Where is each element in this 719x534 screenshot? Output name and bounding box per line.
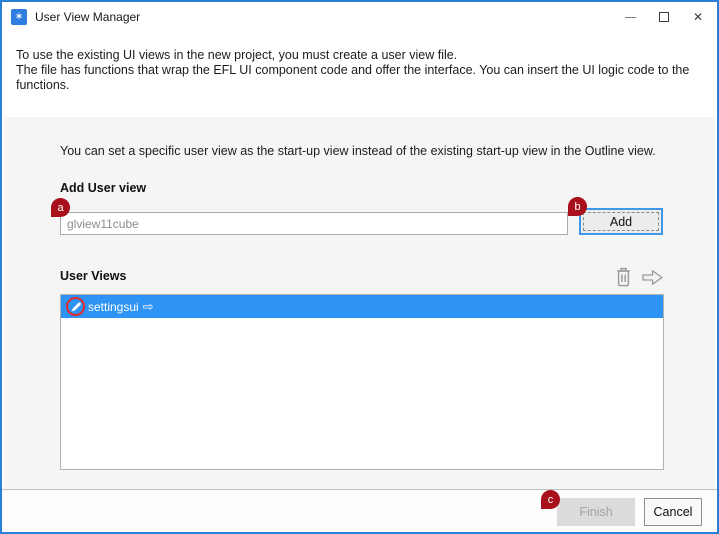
dialog-description: To use the existing UI views in the new …: [16, 48, 707, 93]
link-arrow-glyph: ⇨: [143, 299, 154, 315]
description-line-1: To use the existing UI views in the new …: [16, 48, 707, 63]
close-button[interactable]: ✕: [681, 2, 715, 32]
view-item-icon-wrap: [66, 297, 86, 317]
annotation-badge-c: c: [541, 490, 560, 509]
set-startup-view-button[interactable]: [641, 268, 664, 287]
annotation-badge-b: b: [568, 197, 587, 216]
finish-button[interactable]: Finish: [557, 498, 635, 526]
annotation-circle: [66, 297, 85, 316]
right-arrow-icon: [641, 268, 664, 287]
content-panel: You can set a specific user view as the …: [4, 117, 715, 489]
description-line-2: The file has functions that wrap the EFL…: [16, 63, 707, 93]
user-views-label: User Views: [60, 269, 126, 283]
window-controls: ✕: [613, 2, 715, 32]
list-item-settingsui[interactable]: settingsui ⇨: [61, 295, 663, 318]
close-icon: ✕: [693, 11, 703, 23]
maximize-icon: [659, 12, 669, 22]
window-title: User View Manager: [35, 10, 140, 24]
maximize-button[interactable]: [647, 2, 681, 32]
user-view-manager-dialog: ✶ User View Manager ✕ To use the existin…: [0, 0, 719, 534]
user-view-name-input[interactable]: [60, 212, 568, 235]
user-views-list[interactable]: settingsui ⇨: [60, 294, 664, 470]
trash-icon: [614, 266, 633, 288]
startup-view-note: You can set a specific user view as the …: [60, 144, 659, 158]
minimize-icon: [625, 17, 636, 18]
list-toolbar: [614, 266, 664, 288]
minimize-button[interactable]: [613, 2, 647, 32]
list-item-label: settingsui: [88, 300, 139, 314]
add-user-view-label: Add User view: [60, 181, 146, 195]
cancel-button[interactable]: Cancel: [644, 498, 702, 526]
tizen-app-icon: ✶: [11, 9, 27, 25]
titlebar[interactable]: ✶ User View Manager: [2, 2, 717, 32]
delete-view-button[interactable]: [614, 266, 633, 288]
annotation-badge-a: a: [51, 198, 70, 217]
add-button[interactable]: Add: [579, 208, 663, 235]
